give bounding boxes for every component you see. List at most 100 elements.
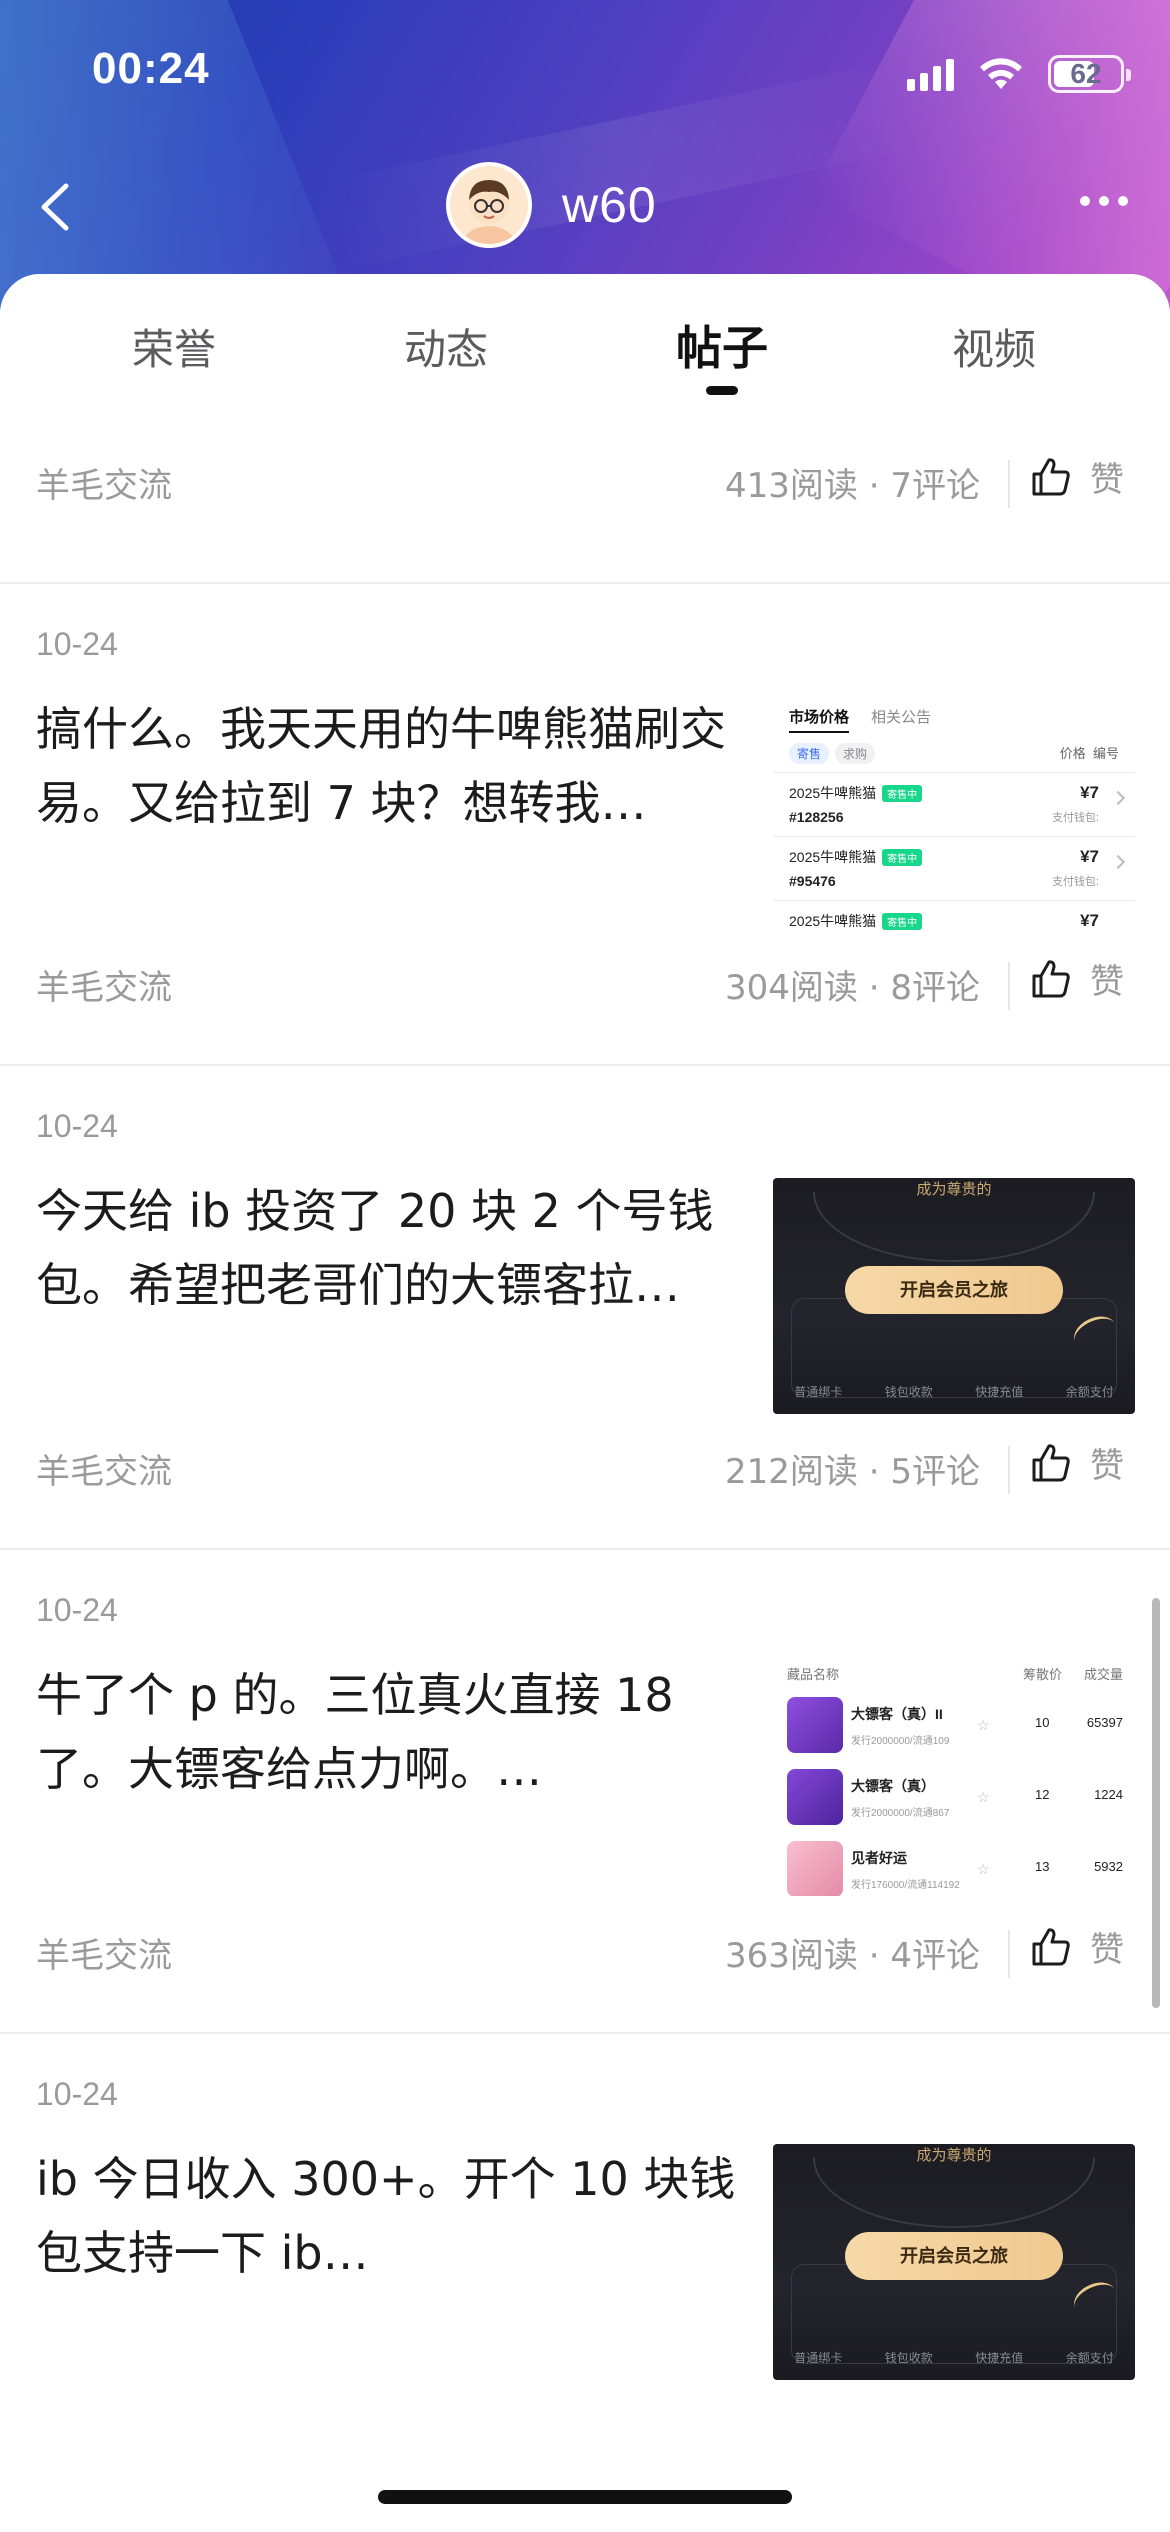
active-tab-indicator — [706, 386, 738, 395]
battery-level: 62 — [1070, 58, 1102, 89]
filter-sell: 寄售 — [789, 743, 830, 764]
item-sub: 发行176000/流通114192 — [851, 1879, 960, 1891]
post-category[interactable]: 羊毛交流 — [36, 458, 172, 507]
col-name: 藏品名称 — [787, 1667, 840, 1682]
post-footer: 羊毛交流 413阅读 · 7评论 赞 — [0, 457, 1170, 528]
like-label: 赞 — [1090, 1930, 1124, 1970]
like-button[interactable]: 赞 — [1030, 452, 1124, 501]
item-price: 10 — [1035, 1715, 1050, 1730]
item-name: 2025牛啤熊猫 — [789, 785, 877, 801]
post-date: 10-24 — [36, 626, 118, 662]
item-volume: 1224 — [1094, 1787, 1123, 1802]
item-image — [787, 1769, 843, 1825]
menu-card: 普通绑卡 — [794, 1385, 843, 1399]
post-card[interactable]: 10-24 搞什么。我天天用的牛啤熊猫刷交易。又给拉到 7 块？想转我… 市场价… — [0, 584, 1170, 1066]
post-thumbnail[interactable]: 成为尊贵的 开启会员之旅 普通绑卡 钱包收款 快捷充值 余额支付 — [773, 2144, 1135, 2380]
thumbs-up-icon — [1032, 457, 1070, 495]
divider — [1008, 1446, 1010, 1494]
post-thumbnail[interactable]: 成为尊贵的 开启会员之旅 普通绑卡 钱包收款 快捷充值 余额支付 — [773, 1178, 1135, 1414]
thumbs-up-icon — [1032, 1927, 1070, 1965]
content-sheet: 荣誉 动态 帖子 视频 2025牛啤熊猫#128256 2025牛啤熊猫寄售中#… — [0, 274, 1170, 2532]
post-date: 10-24 — [36, 1108, 118, 1144]
divider — [1008, 460, 1010, 508]
status-tag: 寄售中 — [882, 912, 923, 930]
menu-receive: 钱包收款 — [884, 2351, 933, 2365]
post-category[interactable]: 羊毛交流 — [36, 960, 172, 1009]
post-category[interactable]: 羊毛交流 — [36, 1444, 172, 1493]
col-volume: 成交量 — [1083, 1667, 1123, 1682]
post-stats: 304阅读 · 8评论 — [725, 968, 980, 1008]
item-price: ¥7 — [1080, 911, 1099, 930]
tab-bar: 荣誉 动态 帖子 视频 — [0, 274, 1170, 395]
membership-cta: 开启会员之旅 — [845, 2232, 1063, 2280]
post-text[interactable]: ib 今日收入 300+。开个 10 块钱包支持一下 ib… — [36, 2142, 736, 2290]
item-sub: 发行2000000/流通867 — [851, 1807, 950, 1819]
post-card[interactable]: 10-24 牛了个 p 的。三位真火直接 18 了。大镖客给点力啊。… 藏品名称… — [0, 1550, 1170, 2034]
user-info[interactable]: w60 — [446, 162, 657, 248]
cellular-signal-icon — [907, 57, 954, 91]
post-footer: 羊毛交流 212阅读 · 5评论 赞 — [0, 1443, 1170, 1514]
pay-label: 支付钱包: — [1051, 876, 1099, 888]
more-icon — [1080, 196, 1090, 206]
status-tag: 寄售中 — [882, 848, 923, 866]
post-card[interactable]: 10-24 ib 今日收入 300+。开个 10 块钱包支持一下 ib… 成为尊… — [0, 2034, 1170, 2532]
post-text[interactable]: 牛了个 p 的。三位真火直接 18 了。大镖客给点力啊。… — [36, 1658, 736, 1806]
wifi-icon — [980, 58, 1022, 89]
post-footer: 羊毛交流 304阅读 · 8评论 赞 — [0, 959, 1170, 1030]
divider — [1008, 962, 1010, 1010]
chevron-left-icon — [41, 183, 69, 231]
thumbs-up-icon — [1032, 1443, 1070, 1481]
membership-cta: 开启会员之旅 — [845, 1266, 1063, 1314]
star-icon: ☆ — [977, 1789, 990, 1805]
post-stats: 363阅读 · 4评论 — [725, 1936, 980, 1976]
post-thumbnail[interactable]: 藏品名称 筹散价 成交量 大镖客（真）II 发行2000000/流通109 ☆ 10 … — [773, 1660, 1135, 1896]
menu-balance: 余额支付 — [1065, 2351, 1114, 2365]
item-volume: 5932 — [1094, 1859, 1123, 1874]
item-name: 见者好运 — [851, 1849, 907, 1866]
post-date: 10-24 — [36, 1592, 118, 1628]
more-options-button[interactable] — [1080, 196, 1128, 206]
tab-videos[interactable]: 视频 — [904, 316, 1084, 377]
tab-posts[interactable]: 帖子 — [632, 312, 812, 378]
rank-item: 大镖客（真）II 发行2000000/流通109 ☆ 10 65397 — [773, 1689, 1135, 1761]
tab-honor[interactable]: 荣誉 — [84, 316, 264, 377]
col-id: 编号 — [1092, 746, 1119, 761]
status-icons: 62 — [907, 52, 1131, 96]
post-stats: 212阅读 · 5评论 — [725, 1452, 980, 1492]
tab-activity[interactable]: 动态 — [356, 316, 536, 377]
like-label: 赞 — [1090, 460, 1124, 500]
scrollbar[interactable] — [1152, 1598, 1160, 2008]
item-volume: 65397 — [1086, 1715, 1123, 1730]
like-label: 赞 — [1090, 1446, 1124, 1486]
post-category[interactable]: 羊毛交流 — [36, 1928, 172, 1977]
status-tag: 寄售中 — [882, 784, 923, 802]
menu-recharge: 快捷充值 — [975, 2351, 1024, 2365]
item-price: 13 — [1035, 1859, 1050, 1874]
post-text[interactable]: 今天给 ib 投资了 20 块 2 个号钱包。希望把老哥们的大镖客拉… — [36, 1174, 736, 1322]
star-icon: ☆ — [977, 1861, 990, 1877]
post-card[interactable]: 10-24 今天给 ib 投资了 20 块 2 个号钱包。希望把老哥们的大镖客拉… — [0, 1066, 1170, 1550]
back-button[interactable] — [28, 172, 88, 242]
like-button[interactable]: 赞 — [1030, 1922, 1124, 1971]
item-price: 12 — [1035, 1787, 1050, 1802]
post-stats: 413阅读 · 7评论 — [725, 466, 980, 506]
item-price: ¥7 — [1080, 783, 1099, 802]
rank-item: 大镖客（真） 发行2000000/流通867 ☆ 12 1224 — [773, 1761, 1135, 1833]
home-indicator[interactable] — [378, 2490, 792, 2504]
pay-label: 支付钱包: — [1051, 812, 1099, 824]
like-label: 赞 — [1090, 962, 1124, 1002]
col-price: 价格 — [1059, 746, 1086, 761]
avatar[interactable] — [446, 162, 532, 248]
item-name: 大镖客（真） — [851, 1777, 935, 1794]
menu-recharge: 快捷充值 — [975, 1385, 1024, 1399]
like-button[interactable]: 赞 — [1030, 954, 1124, 1003]
post-text[interactable]: 搞什么。我天天用的牛啤熊猫刷交易。又给拉到 7 块？想转我… — [36, 692, 736, 840]
post-thumbnail[interactable]: 市场价格 相关公告 寄售 求购 价格 编号 2025牛啤熊猫 寄售中 #128256 ¥7 支… — [773, 694, 1135, 930]
like-button[interactable]: 赞 — [1030, 1438, 1124, 1487]
item-name: 2025牛啤熊猫 — [789, 913, 877, 929]
post-footer: 羊毛交流 363阅读 · 4评论 赞 — [0, 1927, 1170, 1998]
item-image — [787, 1841, 843, 1896]
username[interactable]: w60 — [562, 176, 657, 234]
post-date: 10-24 — [36, 2076, 118, 2112]
star-icon: ☆ — [977, 1717, 990, 1733]
